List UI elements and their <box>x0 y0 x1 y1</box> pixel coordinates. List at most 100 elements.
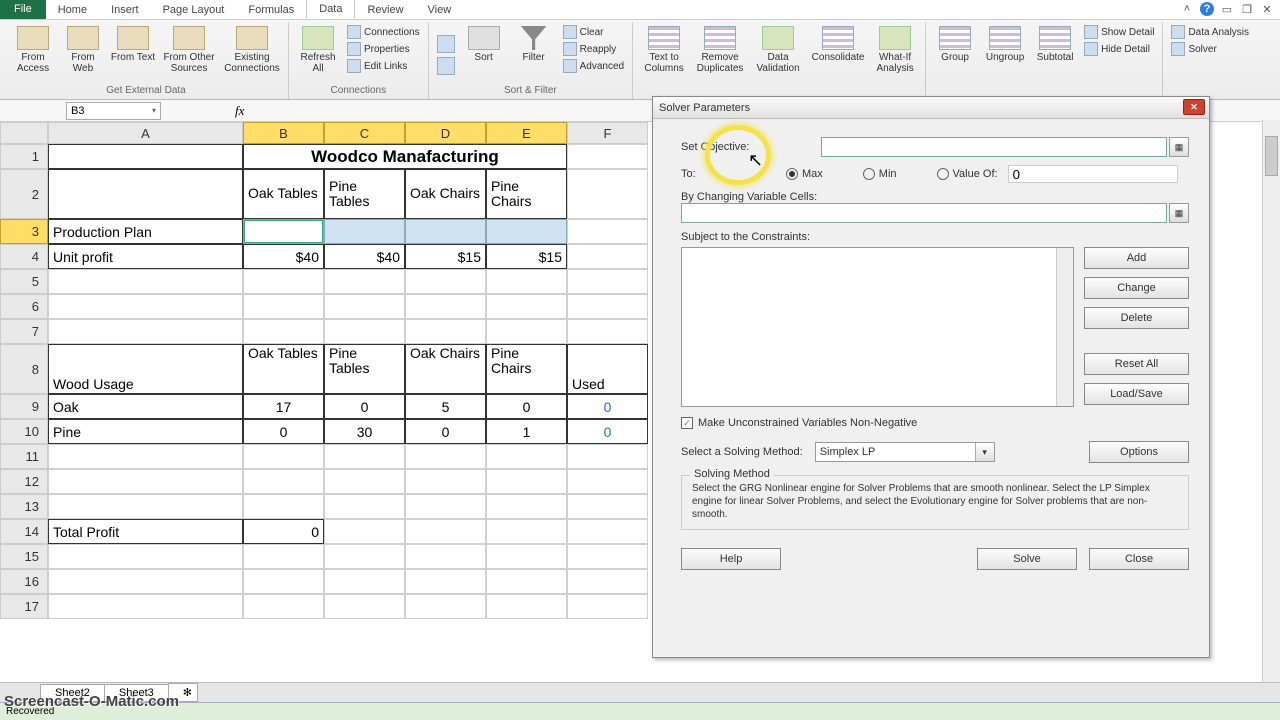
consolidate-button[interactable]: Consolidate <box>809 24 867 96</box>
minimize-ribbon-icon[interactable]: ˄ <box>1180 2 1194 16</box>
cell[interactable]: Wood Usage <box>48 344 243 394</box>
delete-button[interactable]: Delete <box>1084 307 1189 329</box>
cell[interactable] <box>48 169 243 219</box>
solver-button[interactable]: Solver <box>1169 41 1251 57</box>
what-if-button[interactable]: What-If Analysis <box>871 24 919 96</box>
cell[interactable] <box>567 169 648 219</box>
cell[interactable]: Production Plan <box>48 219 243 244</box>
window-close-icon[interactable]: ✕ <box>1260 2 1274 16</box>
cell[interactable]: 30 <box>324 419 405 444</box>
row-header[interactable]: 12 <box>0 469 48 494</box>
connections-button[interactable]: Connections <box>345 24 422 40</box>
cell[interactable] <box>48 144 243 169</box>
row-header[interactable]: 6 <box>0 294 48 319</box>
reapply-button[interactable]: Reapply <box>561 41 626 57</box>
tab-insert[interactable]: Insert <box>99 1 151 19</box>
row-header[interactable]: 13 <box>0 494 48 519</box>
cell[interactable]: Oak Chairs <box>405 169 486 219</box>
close-button[interactable]: Close <box>1089 548 1189 570</box>
options-button[interactable]: Options <box>1089 441 1189 463</box>
sort-button[interactable]: Sort <box>461 24 507 85</box>
ungroup-button[interactable]: Ungroup <box>982 24 1028 96</box>
show-detail-button[interactable]: Show Detail <box>1082 24 1156 40</box>
from-access-button[interactable]: From Access <box>10 24 56 85</box>
filter-button[interactable]: Filter <box>511 24 557 85</box>
fx-icon[interactable]: fx <box>235 103 244 119</box>
solving-method-combo[interactable]: Simplex LP <box>815 442 995 462</box>
col-header-E[interactable]: E <box>486 122 567 144</box>
reset-all-button[interactable]: Reset All <box>1084 353 1189 375</box>
cell[interactable]: 0 <box>405 419 486 444</box>
cell[interactable]: 0 <box>567 419 648 444</box>
row-header[interactable]: 10 <box>0 419 48 444</box>
text-to-columns-button[interactable]: Text to Columns <box>639 24 689 96</box>
data-validation-button[interactable]: Data Validation <box>751 24 805 96</box>
remove-duplicates-button[interactable]: Remove Duplicates <box>693 24 747 96</box>
row-header[interactable]: 8 <box>0 344 48 394</box>
valueof-input[interactable] <box>1008 165 1178 183</box>
row-header[interactable]: 4 <box>0 244 48 269</box>
cell[interactable]: Oak Tables <box>243 169 324 219</box>
cell[interactable]: 0 <box>243 519 324 544</box>
cell[interactable]: Pine <box>48 419 243 444</box>
range-select-icon[interactable]: ▦ <box>1169 203 1189 223</box>
group-button[interactable]: Group <box>932 24 978 96</box>
radio-max[interactable]: Max <box>786 168 823 180</box>
cell[interactable]: $15 <box>486 244 567 269</box>
row-header[interactable]: 2 <box>0 169 48 219</box>
solve-button[interactable]: Solve <box>977 548 1077 570</box>
range-select-icon[interactable]: ▦ <box>1169 137 1189 157</box>
col-header-A[interactable]: A <box>48 122 243 144</box>
tab-page-layout[interactable]: Page Layout <box>151 1 237 19</box>
row-header[interactable]: 3 <box>0 219 48 244</box>
existing-connections-button[interactable]: Existing Connections <box>222 24 282 85</box>
cell[interactable]: Oak <box>48 394 243 419</box>
col-header-B[interactable]: B <box>243 122 324 144</box>
cell[interactable]: Used <box>567 344 648 394</box>
tab-home[interactable]: Home <box>46 1 99 19</box>
cell[interactable]: Oak Tables <box>243 344 324 394</box>
cell[interactable] <box>567 244 648 269</box>
cell[interactable]: Pine Chairs <box>486 344 567 394</box>
cell[interactable]: Total Profit <box>48 519 243 544</box>
row-header[interactable]: 15 <box>0 544 48 569</box>
load-save-button[interactable]: Load/Save <box>1084 383 1189 405</box>
refresh-all-button[interactable]: Refresh All <box>295 24 341 85</box>
cell[interactable] <box>486 219 567 244</box>
advanced-button[interactable]: Advanced <box>561 58 626 74</box>
changing-cells-input[interactable] <box>681 203 1167 223</box>
cell[interactable]: Pine Tables <box>324 344 405 394</box>
cell[interactable]: Pine Chairs <box>486 169 567 219</box>
tab-review[interactable]: Review <box>355 1 415 19</box>
col-header-C[interactable]: C <box>324 122 405 144</box>
sort-asc-button[interactable] <box>435 34 457 54</box>
data-analysis-button[interactable]: Data Analysis <box>1169 24 1251 40</box>
tab-formulas[interactable]: Formulas <box>236 1 306 19</box>
window-restore-icon[interactable]: ▭ <box>1220 2 1234 16</box>
cell[interactable]: 0 <box>243 419 324 444</box>
vertical-scrollbar[interactable] <box>1262 120 1280 682</box>
clear-button[interactable]: Clear <box>561 24 626 40</box>
col-header-F[interactable]: F <box>567 122 648 144</box>
from-web-button[interactable]: From Web <box>60 24 106 85</box>
cell[interactable] <box>567 144 648 169</box>
cell[interactable]: 0 <box>486 394 567 419</box>
cell-active[interactable] <box>243 219 324 244</box>
row-header[interactable]: 5 <box>0 269 48 294</box>
row-header[interactable]: 1 <box>0 144 48 169</box>
radio-min[interactable]: Min <box>863 168 897 180</box>
properties-button[interactable]: Properties <box>345 41 422 57</box>
row-header[interactable]: 11 <box>0 444 48 469</box>
constraints-listbox[interactable] <box>681 247 1074 407</box>
cell[interactable]: $40 <box>324 244 405 269</box>
cell[interactable]: Oak Chairs <box>405 344 486 394</box>
cell[interactable] <box>324 219 405 244</box>
help-icon[interactable]: ? <box>1200 2 1214 16</box>
cell[interactable]: 5 <box>405 394 486 419</box>
cell[interactable]: $15 <box>405 244 486 269</box>
cell[interactable]: 17 <box>243 394 324 419</box>
cell[interactable]: Pine Tables <box>324 169 405 219</box>
name-box[interactable]: B3 <box>66 102 161 120</box>
row-header[interactable]: 9 <box>0 394 48 419</box>
edit-links-button[interactable]: Edit Links <box>345 58 422 74</box>
